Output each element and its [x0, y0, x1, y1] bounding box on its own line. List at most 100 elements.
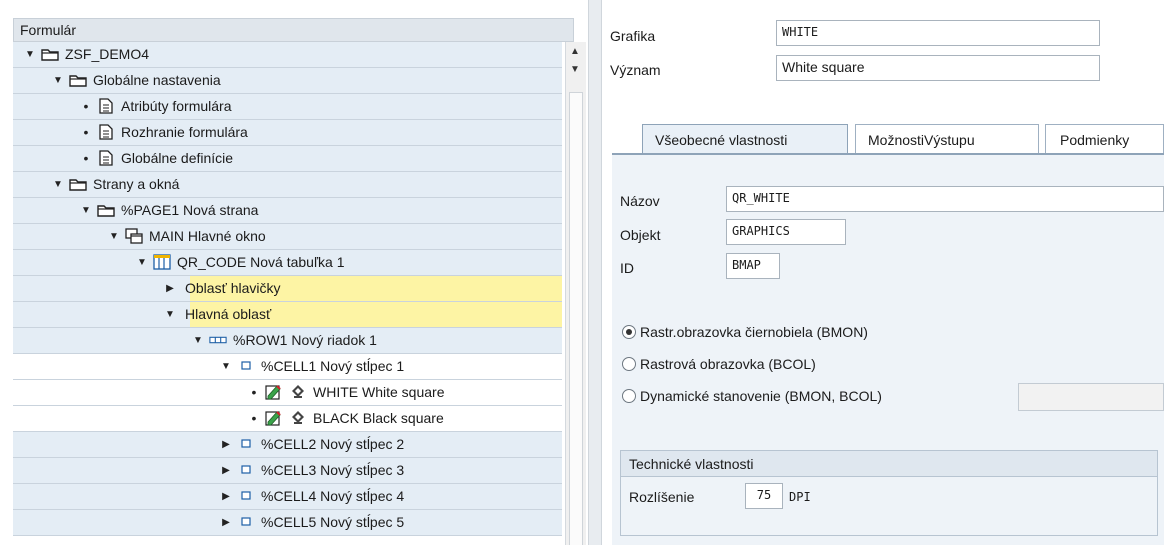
tree-node-label: %CELL4 Nový stĺpec 4: [261, 488, 405, 504]
tree-node-globalne-nastavenia[interactable]: ▼ Globálne nastavenia: [13, 68, 562, 94]
expand-icon[interactable]: ▼: [81, 205, 91, 216]
vyznam-field[interactable]: White square: [776, 55, 1100, 81]
vyznam-label: Význam: [610, 62, 661, 78]
leaf-bullet-icon: •: [83, 98, 89, 114]
expand-icon[interactable]: ▼: [25, 49, 35, 60]
rozlisenie-field[interactable]: 75: [745, 483, 783, 509]
tree-node-zsf-demo4[interactable]: ▼ ZSF_DEMO4: [13, 42, 562, 68]
folder-icon: [97, 202, 115, 218]
table-icon: [153, 254, 171, 270]
tab-podmienky[interactable]: Podmienky: [1045, 124, 1164, 154]
tree-node-cell3[interactable]: ▶ %CELL3 Nový stĺpec 3: [13, 458, 562, 484]
radio-bcol[interactable]: Rastrová obrazovka (BCOL): [622, 356, 816, 372]
document-icon: [97, 124, 115, 140]
dynamic-field-disabled: [1018, 383, 1164, 411]
panel-splitter[interactable]: [588, 0, 602, 545]
radio-selected-icon[interactable]: [622, 325, 636, 339]
tree-node-globalne-definicie[interactable]: • Globálne definície: [13, 146, 562, 172]
collapse-icon[interactable]: ▶: [165, 283, 175, 294]
tree-node-label: QR_CODE Nová tabuľka 1: [177, 254, 345, 270]
expand-icon[interactable]: ▼: [137, 257, 147, 268]
tree-node-white-graphic[interactable]: • WHITE White square: [13, 380, 562, 406]
scroll-up-icon[interactable]: ▲: [570, 46, 580, 57]
nazov-label: Názov: [620, 193, 660, 209]
radio-dynamic[interactable]: Dynamické stanovenie (BMON, BCOL): [622, 388, 882, 404]
cell-icon: [237, 436, 255, 452]
nazov-field[interactable]: QR_WHITE: [726, 186, 1164, 212]
tree-node-cell5[interactable]: ▶ %CELL5 Nový stĺpec 5: [13, 510, 562, 536]
tree-node-cell1[interactable]: ▼ %CELL1 Nový stĺpec 1: [13, 354, 562, 380]
expand-icon[interactable]: ▼: [193, 335, 203, 346]
scroll-down-icon[interactable]: ▼: [570, 64, 580, 75]
window-icon: [125, 228, 143, 244]
radio-bmon[interactable]: Rastr.obrazovka čiernobiela (BMON): [622, 324, 868, 340]
tree-rows: ▼ ZSF_DEMO4 ▼ Globálne nastavenia • Atri…: [13, 42, 562, 536]
tree-node-label: Hlavná oblasť: [185, 306, 272, 322]
expand-icon[interactable]: ▼: [165, 309, 175, 320]
tree-node-label: Oblasť hlavičky: [185, 280, 281, 296]
tree-node-label: ZSF_DEMO4: [65, 46, 150, 62]
objekt-label: Objekt: [620, 227, 661, 243]
tab-strip: Všeobecné vlastnosti MožnostiVýstupu Pod…: [612, 120, 1164, 154]
technical-properties-title: Technické vlastnosti: [621, 451, 1157, 477]
folder-icon: [41, 46, 59, 62]
id-field[interactable]: BMAP: [726, 253, 780, 279]
row-icon: [209, 332, 227, 348]
tree-node-row1[interactable]: ▼ %ROW1 Nový riadok 1: [13, 328, 562, 354]
dpi-label: DPI: [789, 490, 811, 504]
collapse-icon[interactable]: ▶: [221, 491, 231, 502]
tree-node-strany-a-okna[interactable]: ▼ Strany a okná: [13, 172, 562, 198]
tree-node-hlavna-oblast[interactable]: ▼ Hlavná oblasť: [13, 302, 562, 328]
tree-node-label: %CELL1 Nový stĺpec 1: [261, 358, 405, 374]
expand-icon[interactable]: ▼: [109, 231, 119, 242]
objekt-field[interactable]: GRAPHICS: [726, 219, 846, 245]
collapse-icon[interactable]: ▶: [221, 465, 231, 476]
leaf-bullet-icon: •: [251, 384, 257, 400]
tree-column-header: Formulár: [13, 18, 574, 42]
tab-vseobecne-vlastnosti[interactable]: Všeobecné vlastnosti: [642, 124, 848, 154]
document-icon: [97, 98, 115, 114]
tree-node-label: Atribúty formulára: [121, 98, 232, 114]
tree-node-page1[interactable]: ▼ %PAGE1 Nová strana: [13, 198, 562, 224]
tree-node-rozhranie-formulara[interactable]: • Rozhranie formulára: [13, 120, 562, 146]
tree-node-label: %PAGE1 Nová strana: [121, 202, 259, 218]
tree-node-cell4[interactable]: ▶ %CELL4 Nový stĺpec 4: [13, 484, 562, 510]
id-label: ID: [620, 260, 634, 276]
folder-icon: [69, 176, 87, 192]
leaf-bullet-icon: •: [83, 124, 89, 140]
tree-node-black-graphic[interactable]: • BLACK Black square: [13, 406, 562, 432]
rozlisenie-label: Rozlíšenie: [629, 489, 695, 505]
tree-node-cell2[interactable]: ▶ %CELL2 Nový stĺpec 2: [13, 432, 562, 458]
cell-icon: [237, 462, 255, 478]
radio-bcol-label: Rastrová obrazovka (BCOL): [640, 356, 816, 372]
radio-bmon-label: Rastr.obrazovka čiernobiela (BMON): [640, 324, 868, 340]
tree-node-label: Globálne definície: [121, 150, 234, 166]
radio-dynamic-label: Dynamické stanovenie (BMON, BCOL): [640, 388, 882, 404]
graphic-icon: [289, 410, 307, 426]
tab-moznosti-vystupu[interactable]: MožnostiVýstupu: [855, 124, 1039, 154]
expand-icon[interactable]: ▼: [53, 75, 63, 86]
tree-node-oblast-hlavicky[interactable]: ▶ Oblasť hlavičky: [13, 276, 562, 302]
graphic-edit-icon: [265, 384, 283, 400]
collapse-icon[interactable]: ▶: [221, 517, 231, 528]
cell-icon: [237, 488, 255, 504]
tree-node-label: Rozhranie formulára: [121, 124, 248, 140]
tree-node-label: Globálne nastavenia: [93, 72, 221, 88]
grafika-label: Grafika: [610, 28, 656, 44]
tree-node-main-window[interactable]: ▼ MAIN Hlavné okno: [13, 224, 562, 250]
expand-icon[interactable]: ▼: [221, 361, 231, 372]
scroll-thumb[interactable]: [569, 92, 583, 545]
tree-node-label: MAIN Hlavné okno: [149, 228, 266, 244]
radio-unselected-icon[interactable]: [622, 389, 636, 403]
expand-icon[interactable]: ▼: [53, 179, 63, 190]
tree-scrollbar[interactable]: ▲ ▼: [565, 42, 586, 545]
tree-node-label: %CELL5 Nový stĺpec 5: [261, 514, 405, 530]
leaf-bullet-icon: •: [83, 150, 89, 166]
tree-node-label: %CELL3 Nový stĺpec 3: [261, 462, 405, 478]
cell-icon: [237, 514, 255, 530]
grafika-field[interactable]: WHITE: [776, 20, 1100, 46]
tree-node-qr-code-table[interactable]: ▼ QR_CODE Nová tabuľka 1: [13, 250, 562, 276]
collapse-icon[interactable]: ▶: [221, 439, 231, 450]
tree-node-atributy-formulara[interactable]: • Atribúty formulára: [13, 94, 562, 120]
radio-unselected-icon[interactable]: [622, 357, 636, 371]
